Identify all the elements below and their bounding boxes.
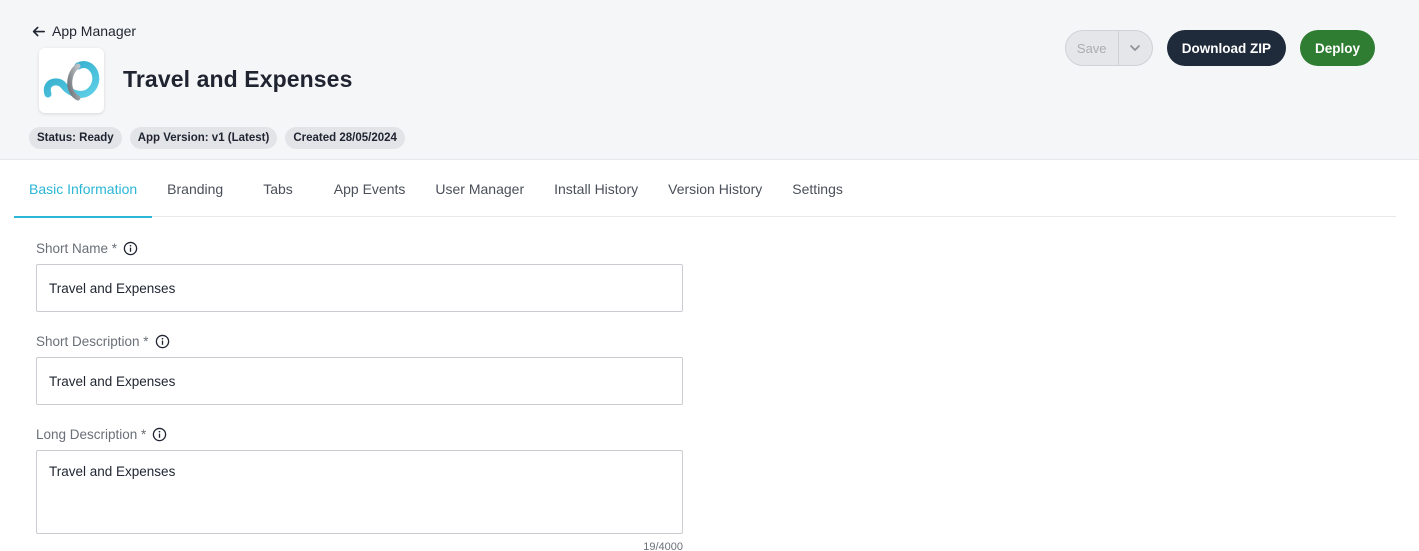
tab-user-manager[interactable]: User Manager: [420, 160, 539, 217]
long-description-field: Long Description * Travel and Expenses 1…: [36, 424, 683, 551]
tab-install-history[interactable]: Install History: [539, 160, 653, 217]
tab-bar: Basic Information Branding Tabs App Even…: [14, 160, 1396, 218]
download-zip-button[interactable]: Download ZIP: [1166, 30, 1286, 66]
short-name-label: Short Name *: [36, 240, 118, 256]
info-icon[interactable]: [152, 427, 167, 442]
app-logo: [39, 48, 104, 113]
tab-basic-information[interactable]: Basic Information: [14, 160, 153, 218]
short-description-label-row: Short Description *: [36, 331, 683, 351]
short-description-field: Short Description * Travel and Expenses: [36, 331, 683, 405]
save-split-button: Save: [1064, 30, 1153, 66]
status-badge: Status: Ready: [29, 127, 122, 149]
short-name-label-row: Short Name *: [36, 238, 683, 258]
back-link-label: App Manager: [52, 23, 137, 39]
short-description-label: Short Description *: [36, 333, 149, 349]
info-icon[interactable]: [123, 241, 138, 256]
tab-app-events[interactable]: App Events: [319, 160, 421, 217]
short-description-input[interactable]: Travel and Expenses: [36, 357, 683, 405]
chevron-down-icon: [1130, 45, 1141, 51]
info-icon[interactable]: [155, 334, 170, 349]
save-button[interactable]: Save: [1066, 31, 1119, 65]
page-header: App Manager Travel and Expenses Status: …: [0, 0, 1419, 160]
basic-information-form: Short Name * Travel and Expenses Short D…: [36, 238, 683, 551]
tab-version-history[interactable]: Version History: [653, 160, 777, 217]
deploy-button[interactable]: Deploy: [1299, 30, 1375, 66]
character-counter: 19/4000: [643, 541, 683, 551]
tab-branding[interactable]: Branding: [152, 160, 238, 217]
badge-row: Status: Ready App Version: v1 (Latest) C…: [29, 127, 405, 149]
back-link[interactable]: App Manager: [32, 23, 136, 39]
created-badge: Created 28/05/2024: [285, 127, 405, 149]
version-badge: App Version: v1 (Latest): [129, 127, 278, 149]
tab-settings[interactable]: Settings: [777, 160, 858, 217]
tab-tabs[interactable]: Tabs: [238, 160, 319, 217]
short-name-field: Short Name * Travel and Expenses: [36, 238, 683, 312]
long-description-textarea[interactable]: Travel and Expenses: [36, 450, 683, 534]
page-title: Travel and Expenses: [123, 66, 353, 92]
long-description-label-row: Long Description *: [36, 424, 683, 444]
app-logo-icon: [43, 60, 99, 100]
long-description-label: Long Description *: [36, 426, 147, 442]
arrow-left-icon: [32, 26, 45, 36]
short-name-input[interactable]: Travel and Expenses: [36, 264, 683, 312]
header-actions: Save Download ZIP Deploy: [1064, 30, 1375, 66]
save-menu-button[interactable]: [1119, 31, 1152, 65]
